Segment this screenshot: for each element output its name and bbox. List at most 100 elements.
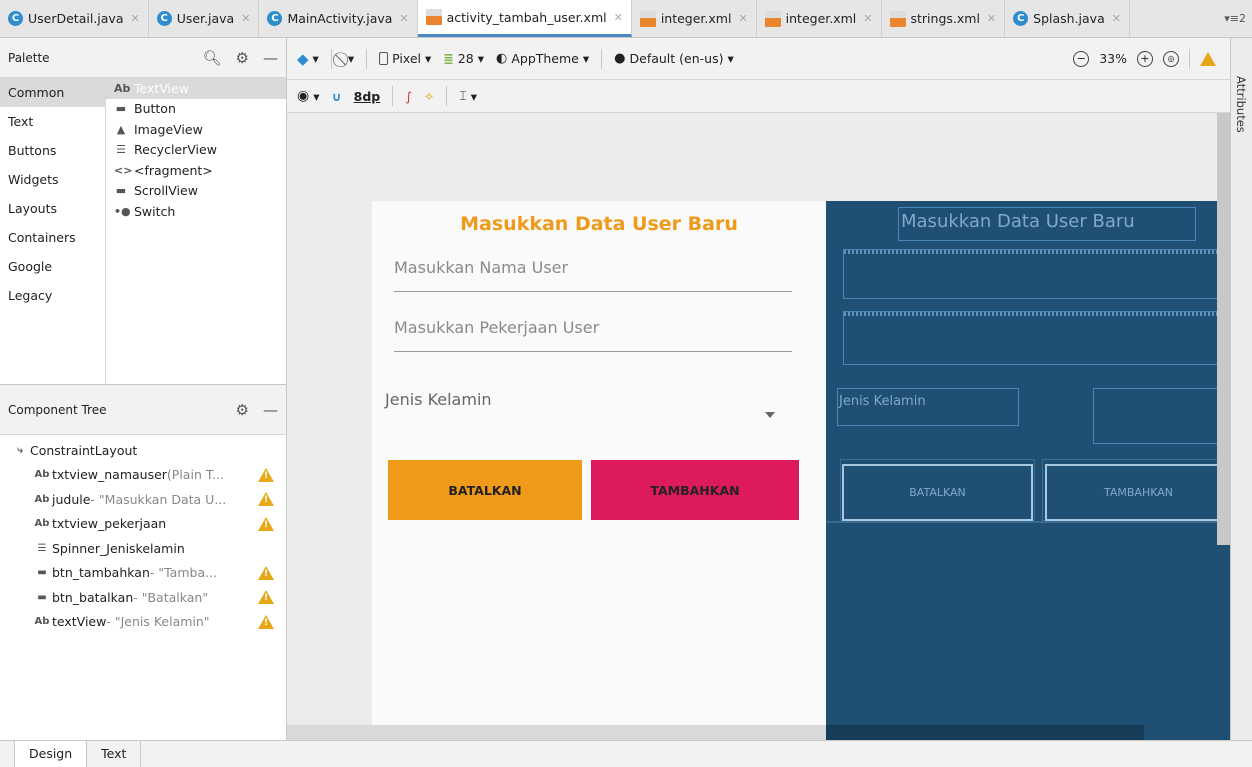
palette-item-textview[interactable]: Ab TextView [106, 78, 286, 99]
palette-items: Ab TextView ▬ Button ▲ ImageView ☰ RecyclerView… [106, 78, 286, 384]
close-icon[interactable]: ✕ [1112, 12, 1121, 25]
tree-node-txtview_namauser[interactable]: Ab txtview_namauser (Plain T... [0, 463, 286, 488]
attributes-side-tab[interactable]: Attributes [1230, 38, 1252, 740]
vertical-scrollbar[interactable] [1217, 113, 1230, 545]
palette-item-switch[interactable]: •● Switch [106, 201, 286, 222]
palette-item-imageview[interactable]: ▲ ImageView [106, 119, 286, 140]
class-icon: C [8, 11, 23, 26]
api-dropdown[interactable]: ≣ 28 ▾ [443, 51, 484, 66]
preview-batalkan-button[interactable]: BATALKAN [388, 460, 582, 520]
minimize-icon[interactable]: — [263, 401, 278, 419]
default-margin-dropdown[interactable]: 8dp [354, 89, 381, 104]
palette-category-containers[interactable]: Containers [0, 223, 105, 252]
zoom-level: 33% [1099, 51, 1127, 66]
warning-icon[interactable] [258, 467, 274, 482]
close-icon[interactable]: ✕ [130, 12, 139, 25]
spinner-dropdown-icon[interactable] [765, 412, 775, 418]
palette-item-recyclerview[interactable]: ☰ RecyclerView [106, 140, 286, 161]
warning-icon[interactable] [258, 614, 274, 629]
palette-item-scrollview[interactable]: ▬ ScrollView [106, 181, 286, 202]
view-options-dropdown[interactable]: ◉ ▾ [297, 88, 320, 104]
gear-icon[interactable]: ⚙ [236, 401, 249, 419]
editor-tab[interactable]: C User.java ✕ [149, 0, 260, 37]
tree-node-textview[interactable]: Ab textView - "Jenis Kelamin" [0, 610, 286, 635]
palette-category-buttons[interactable]: Buttons [0, 136, 105, 165]
minimize-icon[interactable]: — [263, 49, 278, 67]
palette-category-widgets[interactable]: Widgets [0, 165, 105, 194]
preview-title[interactable]: Masukkan Data User Baru [372, 213, 826, 235]
preview-gender-label[interactable]: Jenis Kelamin [385, 390, 492, 409]
tree-node-btn_tambahkan[interactable]: ▬ btn_tambahkan - "Tamba... [0, 561, 286, 586]
preview-pekerjaan-input[interactable]: Masukkan Pekerjaan User [394, 312, 792, 352]
infer-constraints-button[interactable]: ✧ [424, 89, 434, 104]
zoom-out-icon[interactable]: − [1073, 50, 1090, 67]
editor-tab[interactable]: C MainActivity.java ✕ [259, 0, 418, 37]
close-icon[interactable]: ✕ [399, 12, 408, 25]
bottom-tab-text[interactable]: Text [87, 741, 142, 767]
editor-tab[interactable]: integer.xml ✕ [632, 0, 757, 37]
design-preview[interactable]: Masukkan Data User Baru Masukkan Nama Us… [372, 201, 826, 740]
palette-item-label: ScrollView [134, 183, 198, 199]
palette-category-legacy[interactable]: Legacy [0, 281, 105, 310]
tree-node-txtview_pekerjaan[interactable]: Ab txtview_pekerjaan [0, 512, 286, 537]
design-canvas[interactable]: Masukkan Data User Baru Masukkan Nama Us… [287, 113, 1230, 740]
editor-tab[interactable]: strings.xml ✕ [882, 0, 1006, 37]
blueprint-gender-label[interactable]: Jenis Kelamin [837, 388, 1019, 426]
orientation-dropdown[interactable]: ⃠▾ [344, 50, 354, 68]
clear-constraints-icon: ∫ [405, 88, 412, 104]
tree-node-constraintlayout[interactable]: ⤷ ConstraintLayout [0, 438, 286, 463]
tree-node-spinner_jeniskelamin[interactable]: ☰ Spinner_Jeniskelamin [0, 536, 286, 561]
theme-dropdown[interactable]: ◐ AppTheme ▾ [496, 51, 589, 66]
zoom-in-icon[interactable]: + [1137, 50, 1153, 67]
blueprint-preview[interactable]: Masukkan Data User Baru Jenis Kelamin BA… [826, 201, 1230, 740]
warning-icon[interactable] [258, 565, 274, 580]
gear-icon[interactable]: ⚙ [236, 49, 249, 67]
blueprint-pekerjaan-input[interactable] [843, 311, 1230, 365]
locale-dropdown[interactable]: ● Default (en-us) ▾ [614, 51, 734, 66]
blueprint-batalkan-button[interactable]: BATALKAN [842, 464, 1033, 521]
warning-icon[interactable] [258, 516, 274, 531]
close-icon[interactable]: ✕ [614, 11, 623, 24]
palette-category-google[interactable]: Google [0, 252, 105, 281]
warning-icon[interactable] [258, 590, 274, 604]
bottom-tab-design[interactable]: Design [14, 741, 88, 767]
blueprint-spinner[interactable] [1093, 388, 1230, 444]
search-icon[interactable]: 🔍︎ [203, 49, 222, 67]
palette-header: Palette 🔍︎ ⚙ — [0, 38, 286, 78]
tree-node-judule[interactable]: Ab judule - "Masukkan Data U... [0, 487, 286, 512]
warning-icon[interactable] [258, 492, 274, 506]
palette-category-text[interactable]: Text [0, 107, 105, 136]
editor-tab[interactable]: activity_tambah_user.xml ✕ [417, 0, 632, 37]
component-icon: ⤷ [17, 444, 23, 456]
clear-constraints-button[interactable]: ∫ [405, 89, 412, 104]
layers-dropdown[interactable]: ◆ ▾ [297, 50, 319, 68]
editor-tab[interactable]: C Splash.java ✕ [1005, 0, 1130, 37]
class-icon: C [267, 11, 283, 26]
editor-tab[interactable]: integer.xml ✕ [757, 0, 882, 37]
phone-icon [379, 52, 389, 65]
close-icon[interactable]: ✕ [738, 12, 747, 25]
autoconnect-toggle[interactable]: ∪ [332, 89, 342, 104]
preview-tambahkan-button[interactable]: TAMBAHKAN [591, 460, 799, 520]
palette-categories: Common Text Buttons Widgets Layouts Container… [0, 78, 106, 384]
palette-category-layouts[interactable]: Layouts [0, 194, 105, 223]
palette-item-button[interactable]: ▬ Button [106, 99, 286, 120]
editor-tab[interactable]: C UserDetail.java ✕ [0, 0, 149, 37]
guidelines-dropdown[interactable]: ⌶ ▾ [459, 88, 477, 104]
palette-category-common[interactable]: Common [0, 78, 105, 107]
close-icon[interactable]: ✕ [987, 12, 996, 25]
close-icon[interactable]: ✕ [241, 12, 250, 25]
tab-overflow-menu[interactable]: ▾≡2 [1218, 0, 1252, 37]
blueprint-tambahkan-button[interactable]: TAMBAHKAN [1045, 464, 1230, 521]
zoom-fit-icon[interactable]: ◎ [1163, 50, 1179, 67]
tree-node-btn_batalkan[interactable]: ▬ btn_batalkan - "Batalkan" [0, 585, 286, 610]
palette-item-fragment[interactable]: <> <fragment> [106, 160, 286, 181]
warning-icon[interactable] [1200, 51, 1216, 66]
tree-node-name: judule [52, 491, 91, 507]
blueprint-title[interactable]: Masukkan Data User Baru [898, 207, 1196, 241]
blueprint-nama-input[interactable] [843, 249, 1230, 299]
close-icon[interactable]: ✕ [863, 12, 872, 25]
preview-nama-input[interactable]: Masukkan Nama User [394, 252, 792, 292]
device-dropdown[interactable]: Pixel ▾ [379, 51, 431, 66]
magic-wand-icon: ✧ [423, 88, 435, 104]
